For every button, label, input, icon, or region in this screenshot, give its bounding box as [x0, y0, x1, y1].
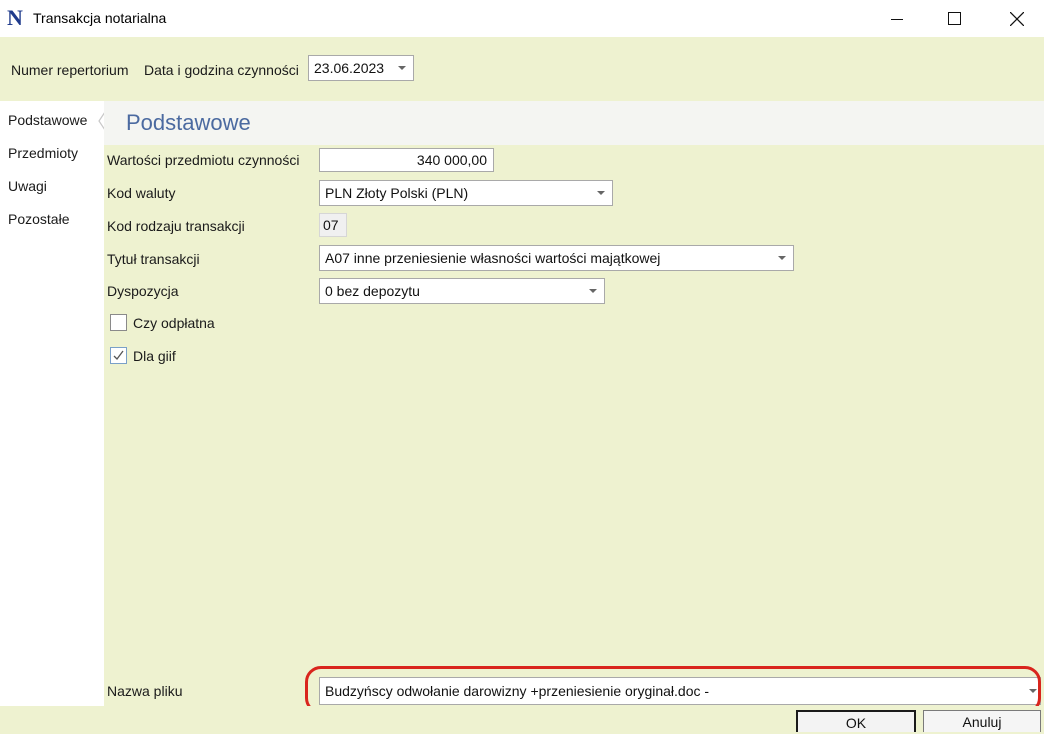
giif-checkbox[interactable] — [110, 347, 127, 364]
filename-label: Nazwa pliku — [107, 683, 183, 699]
check-icon — [113, 350, 124, 360]
value-text: 340 000,00 — [416, 152, 487, 168]
transaction-title-combo[interactable]: A07 inne przeniesienie własności wartośc… — [319, 245, 794, 271]
date-combo[interactable]: 23.06.2023 — [308, 55, 414, 81]
close-button[interactable] — [994, 0, 1040, 37]
maximize-icon — [947, 12, 961, 25]
nav-item-pozostale[interactable]: Pozostałe — [8, 211, 69, 227]
app-logo-icon: N — [7, 5, 23, 30]
date-value: 23.06.2023 — [314, 60, 385, 76]
minimize-icon — [891, 18, 903, 20]
paid-checkbox[interactable] — [110, 314, 127, 331]
value-label: Wartości przedmiotu czynności — [107, 152, 300, 168]
transaction-title-value: A07 inne przeniesienie własności wartośc… — [325, 250, 661, 266]
value-input[interactable]: 340 000,00 — [319, 148, 494, 172]
window-title: Transakcja notarialna — [33, 10, 167, 26]
currency-value: PLN Złoty Polski (PLN) — [325, 185, 469, 201]
maximize-button[interactable] — [931, 0, 977, 37]
minimize-button[interactable] — [874, 0, 920, 37]
nav-item-podstawowe[interactable]: Podstawowe — [8, 112, 87, 128]
repertorium-label: Numer repertorium — [11, 62, 129, 78]
transaction-code-value: 07 — [323, 217, 339, 233]
paid-label[interactable]: Czy odpłatna — [133, 315, 215, 331]
giif-label[interactable]: Dla giif — [133, 348, 176, 364]
chevron-down-icon[interactable] — [588, 279, 598, 303]
nav-item-przedmioty[interactable]: Przedmioty — [8, 145, 78, 161]
panel-title: Podstawowe — [126, 110, 251, 135]
transaction-code-field: 07 — [319, 213, 347, 237]
currency-combo[interactable]: PLN Złoty Polski (PLN) — [319, 180, 613, 206]
currency-label: Kod waluty — [107, 185, 176, 201]
transaction-title-label: Tytuł transakcji — [107, 251, 200, 267]
disposition-label: Dyspozycja — [107, 283, 179, 299]
disposition-value: 0 bez depozytu — [325, 283, 420, 299]
date-label: Data i godzina czynności — [144, 62, 299, 78]
chevron-down-icon[interactable] — [397, 56, 407, 80]
close-icon — [1010, 11, 1024, 26]
ok-button[interactable]: OK — [796, 710, 916, 732]
chevron-down-icon[interactable] — [777, 246, 787, 270]
nav-item-uwagi[interactable]: Uwagi — [8, 178, 47, 194]
disposition-combo[interactable]: 0 bez depozytu — [319, 278, 605, 304]
chevron-down-icon[interactable] — [596, 181, 606, 205]
transaction-code-label: Kod rodzaju transakcji — [107, 218, 245, 234]
cancel-button[interactable]: Anuluj — [923, 710, 1041, 732]
